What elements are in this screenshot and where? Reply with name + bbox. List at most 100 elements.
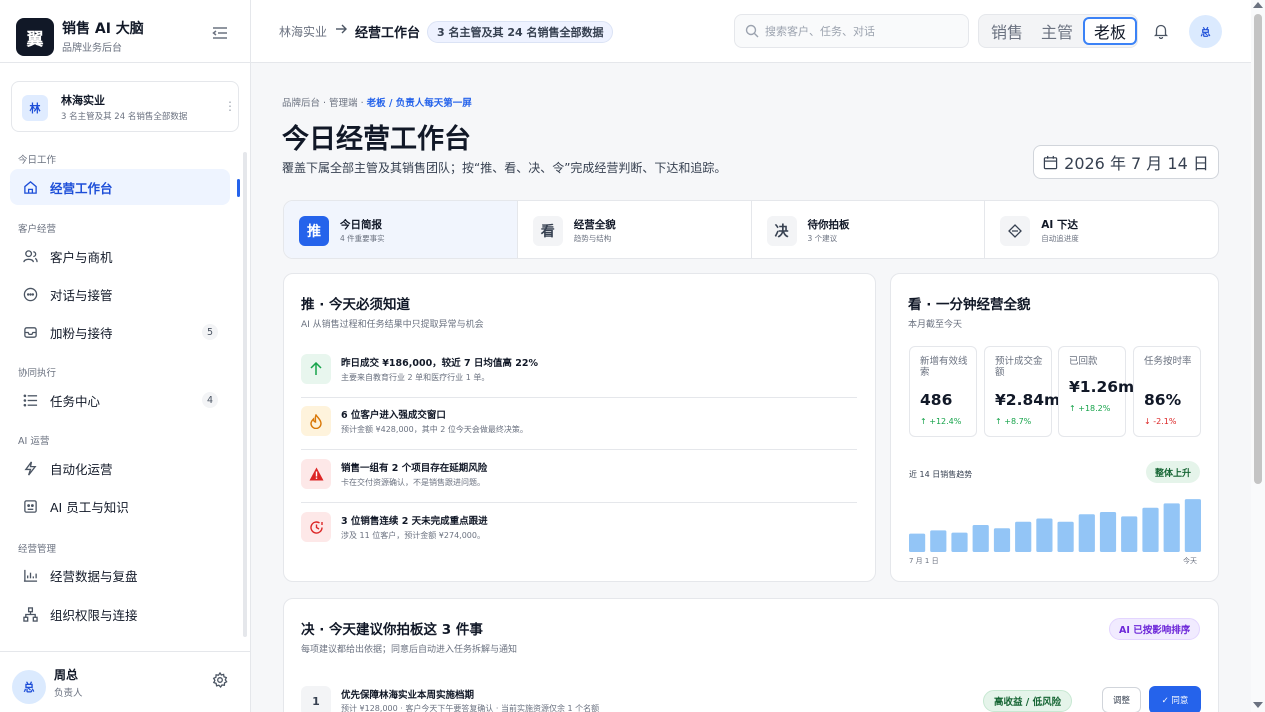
step-push[interactable]: 推 今日简报 4 件重要事实	[284, 201, 518, 258]
users-icon	[22, 248, 38, 264]
sidebar-item-fans[interactable]: 加粉与接待 5	[10, 314, 230, 350]
trend-bar	[930, 530, 947, 552]
decision-number: 1	[301, 686, 331, 712]
step-decide[interactable]: 决 待你拍板 3 个建议	[752, 201, 986, 258]
sidebar-item-org[interactable]: 组织权限与连接	[10, 596, 230, 632]
role-manager-button[interactable]: 主管	[1038, 17, 1076, 45]
sidebar-item-conversations[interactable]: 对话与接管	[10, 276, 230, 312]
step-title: AI 下达	[1041, 219, 1078, 231]
card-subtitle: AI 从销售过程和任务结果中只提取异常与机会	[301, 320, 484, 330]
org-icon	[22, 606, 38, 622]
brand-subtitle: 品牌业务后台	[62, 43, 122, 54]
sidebar-item-customers[interactable]: 客户与商机	[10, 238, 230, 274]
bell-icon[interactable]	[1154, 23, 1168, 39]
scroll-down-icon[interactable]	[1253, 702, 1263, 708]
date-picker[interactable]: 2026 年 7 月 14 日	[1033, 145, 1219, 179]
trend-bar-chart	[909, 499, 1201, 552]
kpi-card[interactable]: 预计成交金额 ¥2.84m ↑ +8.7%	[984, 346, 1060, 437]
overview-card: 看 · 一分钟经营全貌 本月截至今天 新增有效线索 486 ↑ +12.4% 预…	[890, 273, 1219, 582]
trend-bar	[1015, 521, 1032, 552]
warning-icon	[301, 459, 331, 489]
breadcrumb-parent[interactable]: 林海实业	[279, 23, 327, 40]
card-title: 看 · 一分钟经营全貌	[908, 297, 1031, 313]
chart-icon	[22, 567, 38, 583]
kicker-prefix: 品牌后台 · 管理端 ·	[282, 98, 364, 109]
arrow-right-icon	[335, 23, 347, 35]
push-card: 推 · 今天必须知道 AI 从销售过程和任务结果中只提取异常与机会 昨日成交 ¥…	[283, 273, 876, 582]
trend-bar	[1142, 507, 1159, 552]
trend-bar	[1057, 521, 1074, 552]
robot-icon	[22, 498, 38, 514]
avatar[interactable]: 总	[1189, 15, 1222, 48]
trend-bar	[993, 528, 1011, 552]
step-view[interactable]: 看 经营全貌 趋势与结构	[518, 201, 752, 258]
sidebar-item-workbench[interactable]: 经营工作台	[10, 169, 230, 205]
role-sales-button[interactable]: 销售	[988, 17, 1026, 45]
search-box[interactable]	[734, 14, 969, 48]
step-title: 经营全貌	[573, 219, 616, 231]
decision-tag: 高收益 / 低风险	[983, 690, 1073, 712]
step-badge: 决	[766, 216, 797, 246]
sidebar-item-label: 加粉与接待	[50, 325, 113, 341]
step-command[interactable]: AI 下达 自动追进度	[985, 201, 1218, 258]
kpi-card[interactable]: 新增有效线索 486 ↑ +12.4%	[909, 346, 977, 437]
trend-bar	[1078, 514, 1095, 552]
list-item[interactable]: 昨日成交 ¥186,000，较近 7 日均值高 22% 主要来自教育行业 2 单…	[301, 346, 857, 398]
breadcrumb-current: 经营工作台	[355, 26, 421, 41]
more-vertical-icon[interactable]: ⋮	[224, 99, 236, 113]
kpi-label: 新增有效线索	[920, 356, 968, 378]
page-kicker: 品牌后台 · 管理端 · 老板 / 负责人每天第一屏	[282, 95, 472, 109]
ai-sort-badge: AI 已按影响排序	[1109, 618, 1201, 640]
trend-bar	[1036, 518, 1053, 552]
sidebar-item-label: AI 员工与知识	[50, 499, 129, 515]
trend-bar	[1163, 503, 1180, 552]
trend-bar	[1099, 512, 1117, 552]
org-switcher[interactable]: 林 林海实业 3 名主管及其 24 名销售全部数据 ⋮	[11, 81, 239, 132]
gear-icon[interactable]	[212, 672, 228, 688]
user-profile[interactable]: 总 周总 负责人	[0, 651, 250, 712]
sidebar-item-label: 经营数据与复盘	[50, 568, 138, 584]
section-label-customer: 客户经营	[18, 224, 57, 235]
step-subtitle: 趋势与结构	[573, 234, 612, 243]
sidebar-item-label: 经营工作台	[50, 180, 113, 196]
scroll-up-icon[interactable]	[1253, 2, 1263, 8]
kicker-highlight: 老板 / 负责人每天第一屏	[366, 98, 472, 109]
list-item[interactable]: 销售一组有 2 个项目存在延期风险 卡在交付资源确认，不是销售跟进问题。	[301, 451, 857, 503]
list-item[interactable]: 3 位销售连续 2 天未完成重点跟进 涉及 11 位客户，预计金额 ¥274,0…	[301, 504, 857, 556]
kpi-delta: ↑ +12.4%	[920, 417, 962, 426]
kpi-card[interactable]: 任务按时率 86% ↓ -2.1%	[1133, 346, 1201, 437]
section-label-management: 经营管理	[18, 544, 57, 555]
item-subtitle: 预计金额 ¥428,000，其中 2 位今天会做最终决策。	[341, 425, 528, 434]
inbox-icon	[22, 324, 38, 340]
role-boss-button[interactable]: 老板	[1083, 17, 1137, 45]
collapse-sidebar-icon[interactable]	[212, 26, 228, 40]
window-scrollbar[interactable]	[1251, 0, 1265, 712]
agree-button[interactable]: ✓ 同意	[1149, 686, 1201, 712]
kpi-card[interactable]: 已回款 ¥1.26m ↑ +18.2%	[1058, 346, 1134, 437]
scroll-thumb[interactable]	[1254, 14, 1262, 484]
brand-header: 翼 销售 AI 大脑 品牌业务后台	[0, 0, 250, 63]
sidebar-item-analytics[interactable]: 经营数据与复盘	[10, 557, 230, 593]
adjust-button[interactable]: 调整	[1102, 687, 1141, 712]
kpi-value: ¥1.26m	[1069, 378, 1135, 396]
role-switcher: 销售 主管 老板	[978, 14, 1138, 48]
kpi-value: ¥2.84m	[995, 391, 1061, 409]
kpi-label: 预计成交金额	[995, 356, 1043, 378]
axis-start-label: 7 月 1 日	[909, 557, 939, 565]
brand-logo: 翼	[16, 18, 54, 56]
sidebar-item-ai-staff[interactable]: AI 员工与知识	[10, 488, 230, 524]
sidebar-item-label: 组织权限与连接	[50, 607, 138, 623]
card-subtitle: 本月截至今天	[908, 320, 963, 330]
scope-badge: 3 名主管及其 24 名销售全部数据	[427, 21, 614, 43]
kpi-label: 已回款	[1069, 356, 1098, 367]
item-subtitle: 主要来自教育行业 2 单和医疗行业 1 单。	[341, 373, 490, 382]
decision-title: 优先保障林海实业本周实施档期	[341, 690, 475, 701]
count-badge: 4	[202, 392, 218, 408]
search-input[interactable]	[765, 24, 955, 38]
sidebar-item-tasks[interactable]: 任务中心 4	[10, 382, 230, 418]
sidebar-scrollbar[interactable]	[243, 152, 247, 637]
sidebar-item-label: 任务中心	[50, 393, 101, 409]
sidebar-item-automation[interactable]: 自动化运营	[10, 450, 230, 486]
arrow-up-icon	[301, 354, 331, 384]
list-item[interactable]: 6 位客户进入强成交窗口 预计金额 ¥428,000，其中 2 位今天会做最终决…	[301, 398, 857, 450]
